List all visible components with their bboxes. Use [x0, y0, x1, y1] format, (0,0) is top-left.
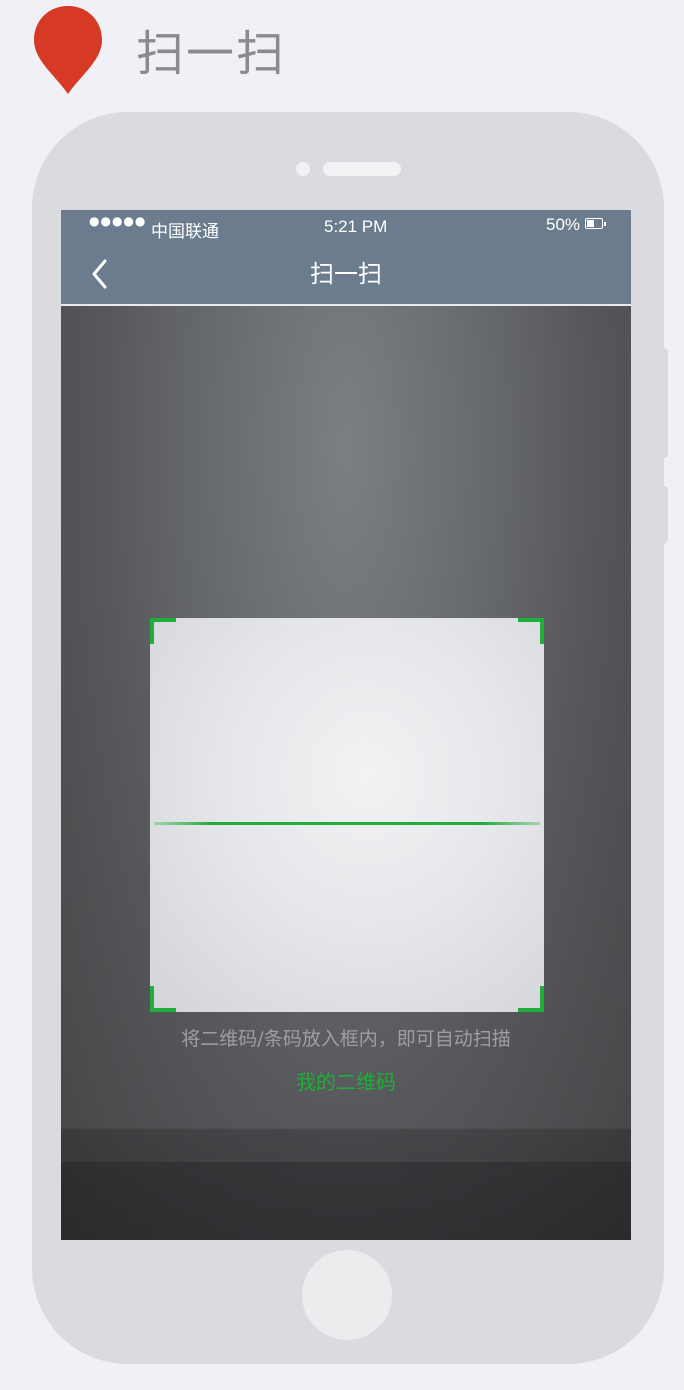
- map-pin-icon: [34, 6, 102, 94]
- scan-frame: [150, 618, 544, 1012]
- home-button[interactable]: [302, 1250, 392, 1340]
- status-bar: ●●●●● 中国联通 5:21 PM 50%: [61, 210, 631, 244]
- battery-icon: [585, 218, 606, 229]
- power-button: [660, 486, 668, 544]
- signal-icon: ●●●●●: [89, 214, 147, 228]
- scan-hint: 将二维码/条码放入框内，即可自动扫描: [181, 1028, 511, 1050]
- status-time: 5:21 PM: [324, 217, 388, 236]
- front-camera: [296, 162, 310, 176]
- earpiece-speaker: [323, 162, 401, 176]
- page: 扫一扫 ●●●●● 中国联通 5:21 PM 50% 扫一扫 将二维码/条码放入…: [0, 0, 684, 1390]
- scan-line: [154, 822, 540, 825]
- scan-corner-bottom-right: [518, 986, 544, 1012]
- camera-shadow: [61, 1162, 631, 1240]
- navigation-bar: 扫一扫: [61, 244, 631, 306]
- scan-corner-top-left: [150, 618, 176, 644]
- nav-title: 扫一扫: [310, 260, 382, 288]
- volume-button: [660, 348, 668, 458]
- my-qr-code-link[interactable]: 我的二维码: [61, 1066, 631, 1095]
- carrier-label: 中国联通: [151, 222, 219, 242]
- phone-screen: ●●●●● 中国联通 5:21 PM 50% 扫一扫 将二维码/条码放入框内，即…: [61, 210, 631, 1240]
- scan-corner-top-right: [518, 618, 544, 644]
- camera-preview: 将二维码/条码放入框内，即可自动扫描 我的二维码: [61, 306, 631, 1240]
- battery-percent: 50%: [546, 215, 581, 234]
- page-title: 扫一扫: [136, 26, 287, 82]
- scan-corner-bottom-left: [150, 986, 176, 1012]
